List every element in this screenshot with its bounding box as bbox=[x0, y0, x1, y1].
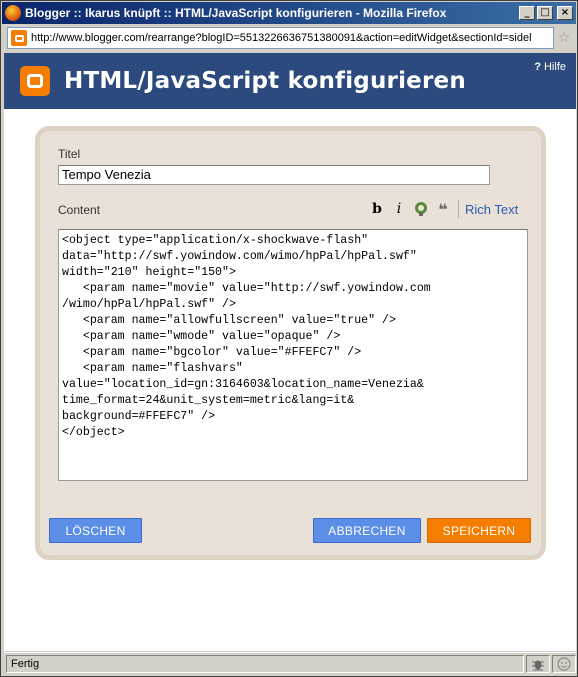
close-button[interactable]: × bbox=[557, 6, 573, 20]
url-text: http://www.blogger.com/rearrange?blogID=… bbox=[31, 32, 532, 44]
toolbar-separator bbox=[458, 200, 459, 218]
content-area: Titel Tempo Venezia Content b i ❝ Rich T… bbox=[4, 109, 576, 651]
title-label: Titel bbox=[58, 147, 81, 161]
content-label: Content bbox=[58, 203, 101, 217]
delete-button[interactable]: LÖSCHEN bbox=[49, 518, 142, 543]
blogger-favicon-icon bbox=[11, 30, 27, 46]
help-link[interactable]: ? Hilfe bbox=[534, 61, 566, 73]
blogger-logo-icon bbox=[20, 66, 50, 96]
window-title: Blogger :: Ikarus knüpft :: HTML/JavaScr… bbox=[25, 6, 447, 20]
editor-toolbar: b i ❝ Rich Text bbox=[366, 198, 518, 220]
browser-window: Blogger :: Ikarus knüpft :: HTML/JavaScr… bbox=[0, 0, 578, 677]
address-bar: http://www.blogger.com/rearrange?blogID=… bbox=[4, 26, 574, 50]
maximize-button[interactable]: □ bbox=[537, 6, 553, 20]
status-text: Fertig bbox=[6, 654, 524, 673]
status-bar: Fertig bbox=[4, 652, 576, 674]
title-bar[interactable]: Blogger :: Ikarus knüpft :: HTML/JavaScr… bbox=[2, 2, 576, 24]
bug-icon bbox=[532, 660, 544, 670]
help-label: Hilfe bbox=[543, 61, 566, 73]
window-controls: _ □ × bbox=[519, 6, 573, 20]
link-button[interactable] bbox=[410, 199, 432, 219]
content-textarea[interactable]: <object type="application/x-shockwave-fl… bbox=[58, 229, 528, 481]
save-button[interactable]: SPEICHERN bbox=[427, 518, 531, 543]
content-text: <object type="application/x-shockwave-fl… bbox=[62, 234, 431, 439]
link-icon bbox=[415, 202, 427, 216]
cancel-button[interactable]: ABBRECHEN bbox=[313, 518, 421, 543]
url-field[interactable]: http://www.blogger.com/rearrange?blogID=… bbox=[7, 27, 554, 49]
page-title: HTML/JavaScript konfigurieren bbox=[64, 68, 466, 94]
blogger-header: HTML/JavaScript konfigurieren ? Hilfe bbox=[4, 53, 576, 109]
smiley-icon bbox=[557, 656, 571, 671]
italic-button[interactable]: i bbox=[388, 199, 410, 219]
firefox-icon bbox=[5, 5, 21, 21]
title-input[interactable]: Tempo Venezia bbox=[58, 165, 490, 185]
help-mark-icon: ? bbox=[534, 61, 541, 73]
bookmark-star-icon[interactable]: ☆ bbox=[554, 30, 574, 46]
firebug-icon[interactable] bbox=[526, 654, 550, 673]
blockquote-button[interactable]: ❝ bbox=[432, 199, 454, 219]
rich-text-link[interactable]: Rich Text bbox=[465, 202, 518, 217]
addon-status-icon[interactable] bbox=[552, 654, 576, 673]
minimize-button[interactable]: _ bbox=[519, 6, 535, 20]
bold-button[interactable]: b bbox=[366, 199, 388, 219]
widget-config-panel: Titel Tempo Venezia Content b i ❝ Rich T… bbox=[35, 126, 546, 560]
